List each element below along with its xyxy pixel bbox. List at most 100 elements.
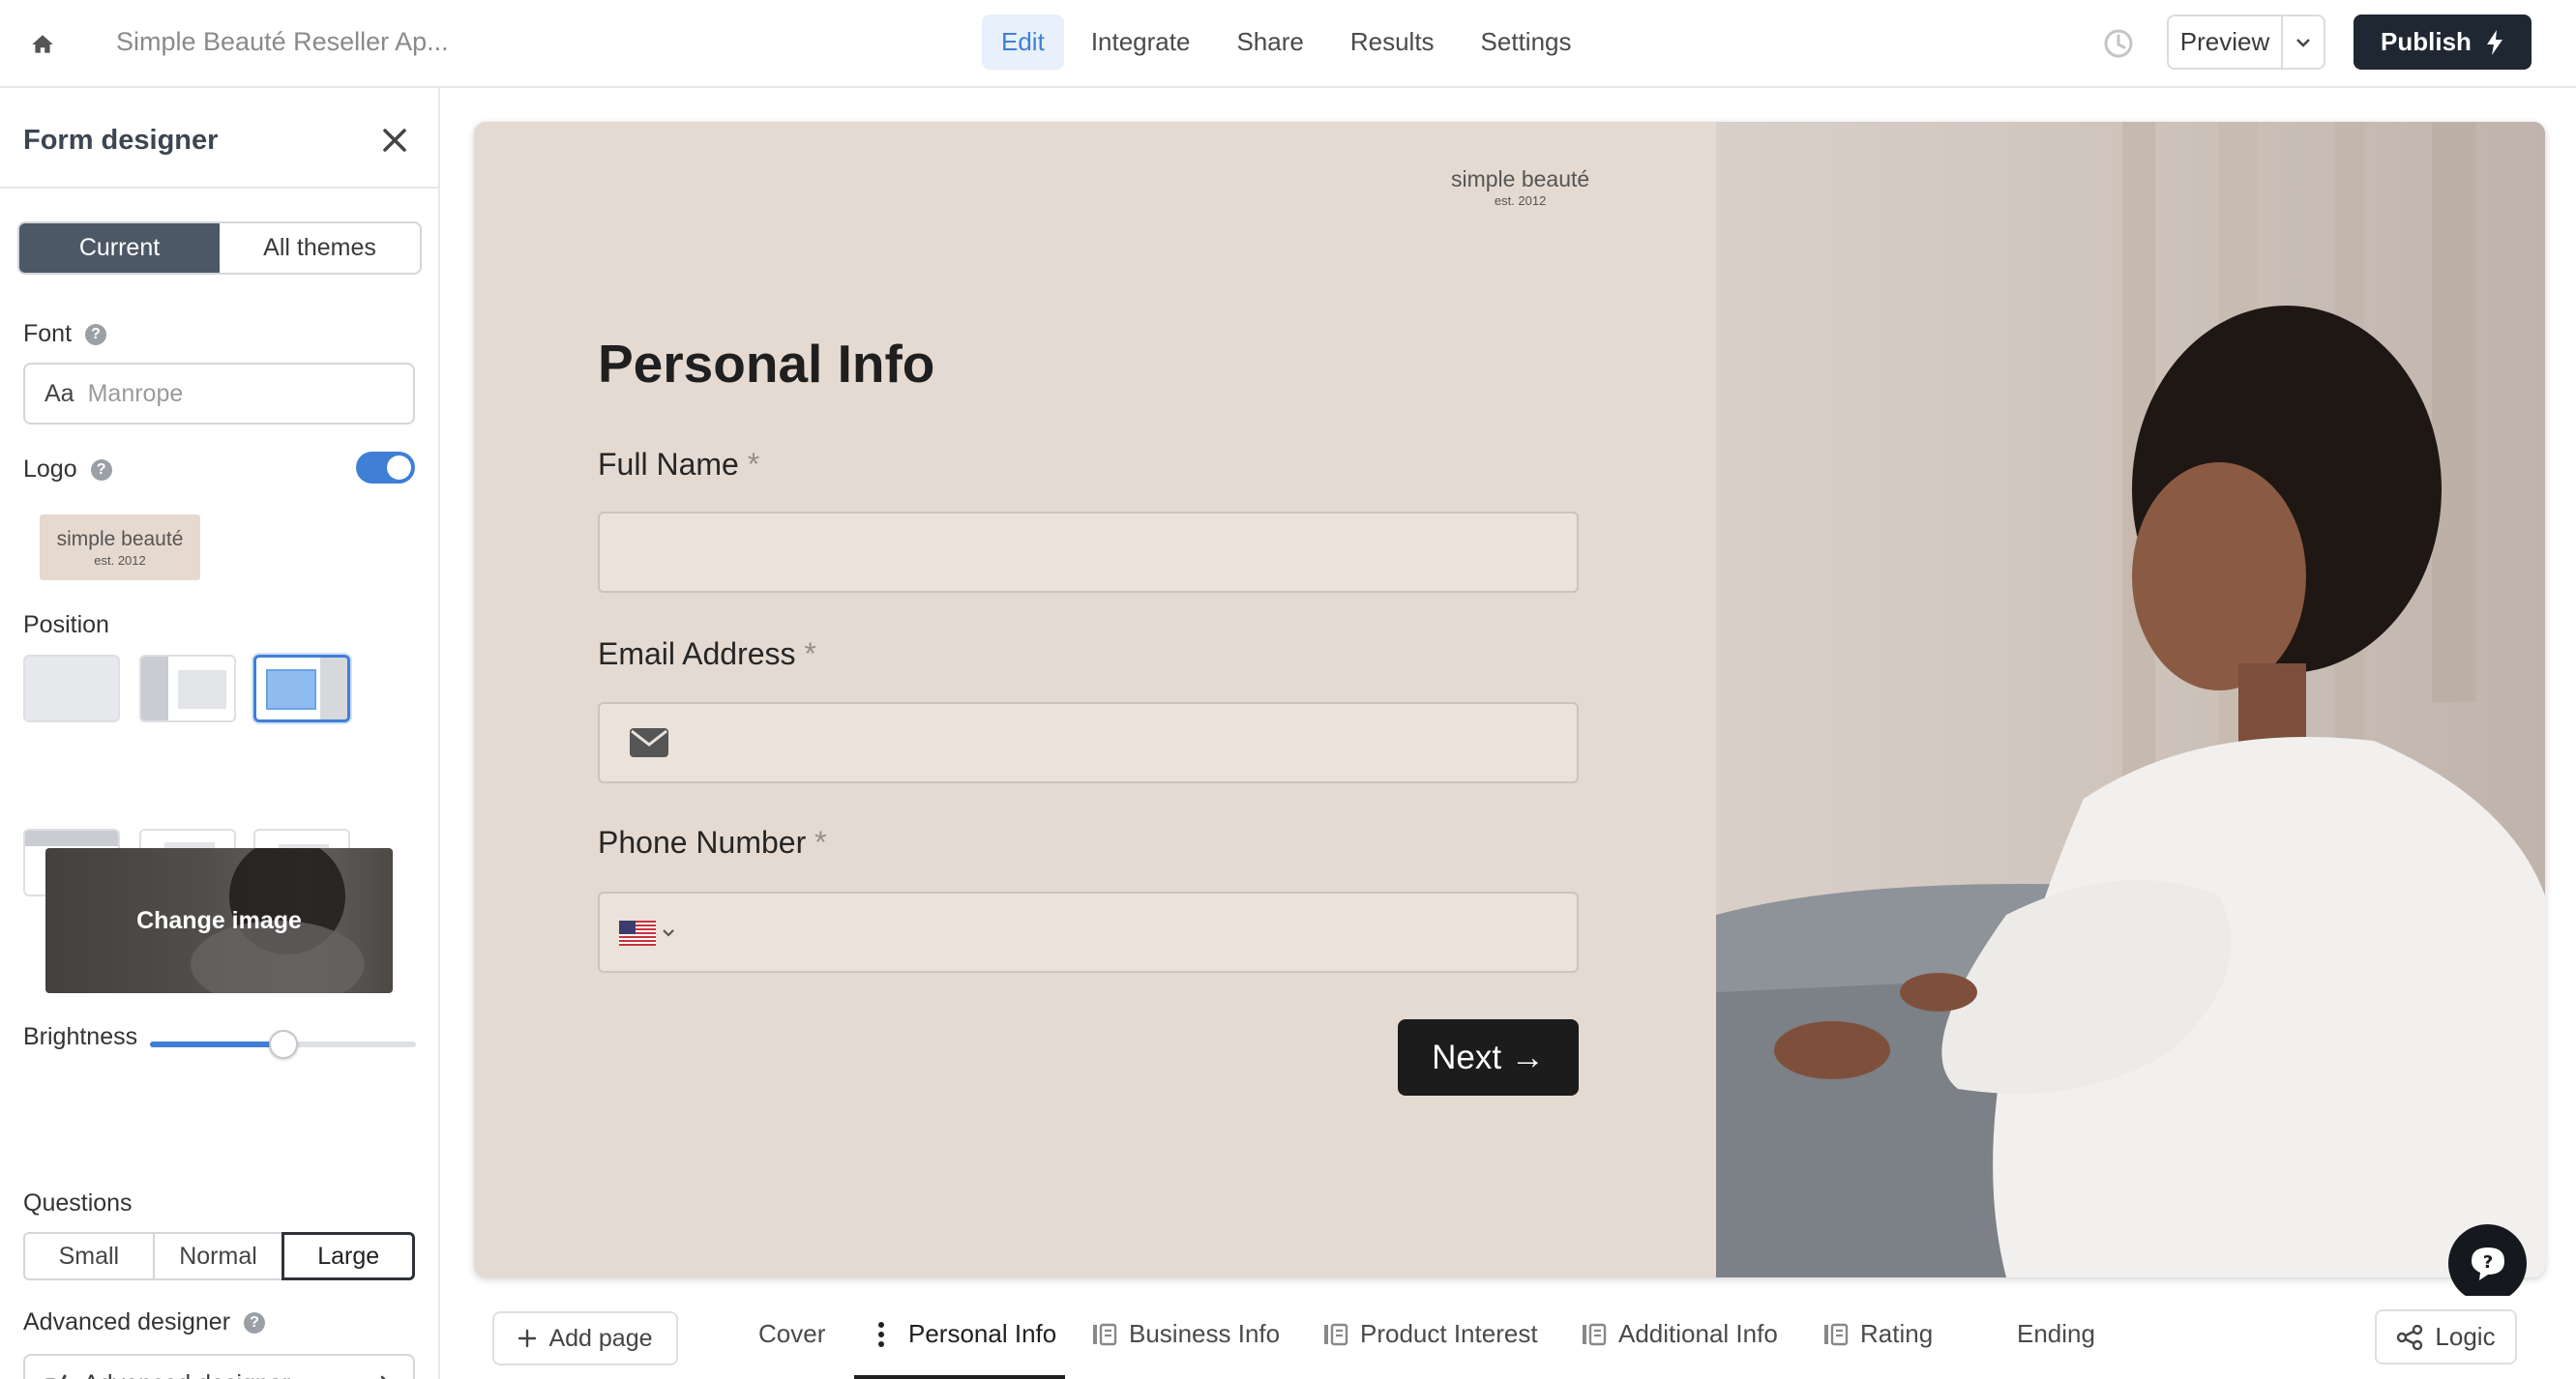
publish-label: Publish	[2381, 27, 2472, 56]
next-button[interactable]: Next →	[1398, 1019, 1579, 1096]
required-mark: *	[804, 636, 816, 671]
top-bar: Simple Beauté Reseller Ap... Edit Integr…	[0, 0, 2576, 88]
brightness-label: Brightness	[23, 1023, 138, 1050]
add-page-button[interactable]: Add page	[492, 1311, 678, 1365]
brand-logo[interactable]: simple beauté est. 2012	[1451, 166, 1589, 208]
chevron-down-icon	[663, 929, 674, 937]
mail-icon	[630, 728, 668, 757]
font-label-row: Font ?	[23, 320, 107, 348]
logic-label: Logic	[2435, 1322, 2496, 1351]
form-designer-panel: Form designer Current All themes Font ? …	[0, 88, 440, 1379]
help-icon[interactable]: ?	[244, 1311, 266, 1334]
position-label: Position	[23, 611, 109, 638]
logo-toggle[interactable]	[356, 452, 415, 484]
size-small-button[interactable]: Small	[23, 1232, 155, 1280]
question-label-phone[interactable]: Phone Number *	[598, 825, 827, 861]
question-label-email[interactable]: Email Address *	[598, 636, 816, 672]
chat-support-button[interactable]: ?	[2448, 1224, 2527, 1303]
tab-all-themes[interactable]: All themes	[220, 223, 420, 273]
close-icon[interactable]	[377, 123, 412, 158]
brush-icon	[45, 1374, 67, 1379]
logic-icon	[2397, 1324, 2423, 1350]
logo-thumbnail[interactable]: simple beauté est. 2012	[40, 514, 200, 580]
svg-text:?: ?	[2482, 1252, 2492, 1273]
logo-thumb-est: est. 2012	[94, 553, 146, 568]
country-selector[interactable]	[619, 921, 675, 946]
theme-toggle: Current All themes	[17, 221, 422, 275]
brightness-fill	[150, 1042, 283, 1047]
help-icon[interactable]: ?	[85, 323, 107, 345]
change-image-label: Change image	[136, 906, 302, 934]
brightness-handle[interactable]	[269, 1030, 298, 1059]
chevron-down-icon[interactable]	[2283, 16, 2324, 68]
tab-product-interest[interactable]: Product Interest	[1323, 1319, 1538, 1349]
chat-help-icon: ?	[2471, 1247, 2504, 1280]
us-flag-icon	[619, 921, 656, 946]
phone-input[interactable]	[598, 892, 1579, 973]
drag-handle-icon[interactable]	[877, 1321, 885, 1348]
size-normal-button[interactable]: Normal	[152, 1232, 284, 1280]
history-icon[interactable]	[2101, 26, 2136, 61]
questions-label: Questions	[23, 1189, 133, 1217]
tab-business-info[interactable]: Business Info	[1092, 1319, 1280, 1349]
tab-label: Additional Info	[1618, 1319, 1778, 1348]
brightness-slider[interactable]	[150, 1030, 416, 1059]
form-preview-canvas: simple beauté est. 2012 Personal Info Fu…	[474, 122, 2545, 1277]
position-option-left[interactable]	[139, 655, 236, 722]
home-icon[interactable]	[23, 25, 62, 64]
required-mark: *	[814, 825, 827, 860]
form-page-icon	[1583, 1323, 1607, 1345]
logo-thumb-brand: simple beauté	[56, 528, 184, 550]
tab-personal-info[interactable]: Personal Info	[877, 1319, 1056, 1349]
panel-header: Form designer	[0, 88, 438, 189]
page-title[interactable]: Personal Info	[598, 333, 934, 395]
tab-label: Cover	[758, 1319, 826, 1348]
font-prefix: Aa	[44, 379, 74, 407]
preview-label[interactable]: Preview	[2169, 16, 2283, 68]
form-page-icon	[1324, 1323, 1348, 1345]
advanced-label-row: Advanced designer ?	[23, 1308, 266, 1336]
tab-current-theme[interactable]: Current	[19, 223, 220, 273]
tab-rating[interactable]: Rating	[1823, 1319, 1933, 1349]
position-option-full[interactable]	[23, 655, 120, 722]
email-input[interactable]	[598, 702, 1579, 783]
position-option-right[interactable]	[253, 655, 350, 722]
tab-additional-info[interactable]: Additional Info	[1582, 1319, 1778, 1349]
nav-edit[interactable]: Edit	[982, 15, 1064, 70]
full-name-input[interactable]	[598, 512, 1579, 593]
add-page-label: Add page	[548, 1324, 653, 1352]
active-tab-indicator	[854, 1375, 1065, 1379]
question-size-selector: Small Normal Large	[23, 1232, 416, 1280]
tab-label: Business Info	[1129, 1319, 1281, 1348]
font-value: Manrope	[87, 379, 184, 407]
nav-settings[interactable]: Settings	[1462, 15, 1591, 70]
arrow-right-icon	[380, 1375, 387, 1379]
question-label-full-name[interactable]: Full Name *	[598, 447, 759, 483]
question-text: Email Address	[598, 636, 796, 671]
change-image-button[interactable]: Change image	[45, 848, 393, 993]
font-label: Font	[23, 320, 73, 347]
publish-button[interactable]: Publish	[2354, 15, 2532, 70]
top-nav: Edit Integrate Share Results Settings	[982, 15, 1591, 70]
help-icon[interactable]: ?	[90, 458, 112, 481]
plus-icon	[518, 1329, 537, 1348]
form-title[interactable]: Simple Beauté Reseller Ap...	[116, 27, 449, 57]
tab-label: Personal Info	[908, 1319, 1057, 1348]
nav-share[interactable]: Share	[1217, 15, 1322, 70]
advanced-designer-button[interactable]: Advanced designer	[23, 1354, 415, 1379]
brand-name: simple beauté	[1451, 166, 1590, 191]
lightning-icon	[2486, 29, 2502, 55]
preview-button[interactable]: Preview	[2167, 15, 2325, 70]
nav-integrate[interactable]: Integrate	[1072, 15, 1210, 70]
tab-ending[interactable]: Ending	[2017, 1319, 2095, 1349]
tab-label: Ending	[2017, 1319, 2095, 1348]
size-large-button[interactable]: Large	[281, 1232, 416, 1280]
tab-cover[interactable]: Cover	[758, 1319, 825, 1349]
font-select[interactable]: Aa Manrope	[23, 363, 415, 425]
form-page-icon	[1093, 1323, 1117, 1345]
logic-button[interactable]: Logic	[2375, 1309, 2517, 1364]
logo-label-row: Logo ?	[23, 455, 112, 484]
advanced-label: Advanced designer	[23, 1308, 231, 1335]
question-text: Full Name	[598, 447, 739, 482]
nav-results[interactable]: Results	[1331, 15, 1454, 70]
